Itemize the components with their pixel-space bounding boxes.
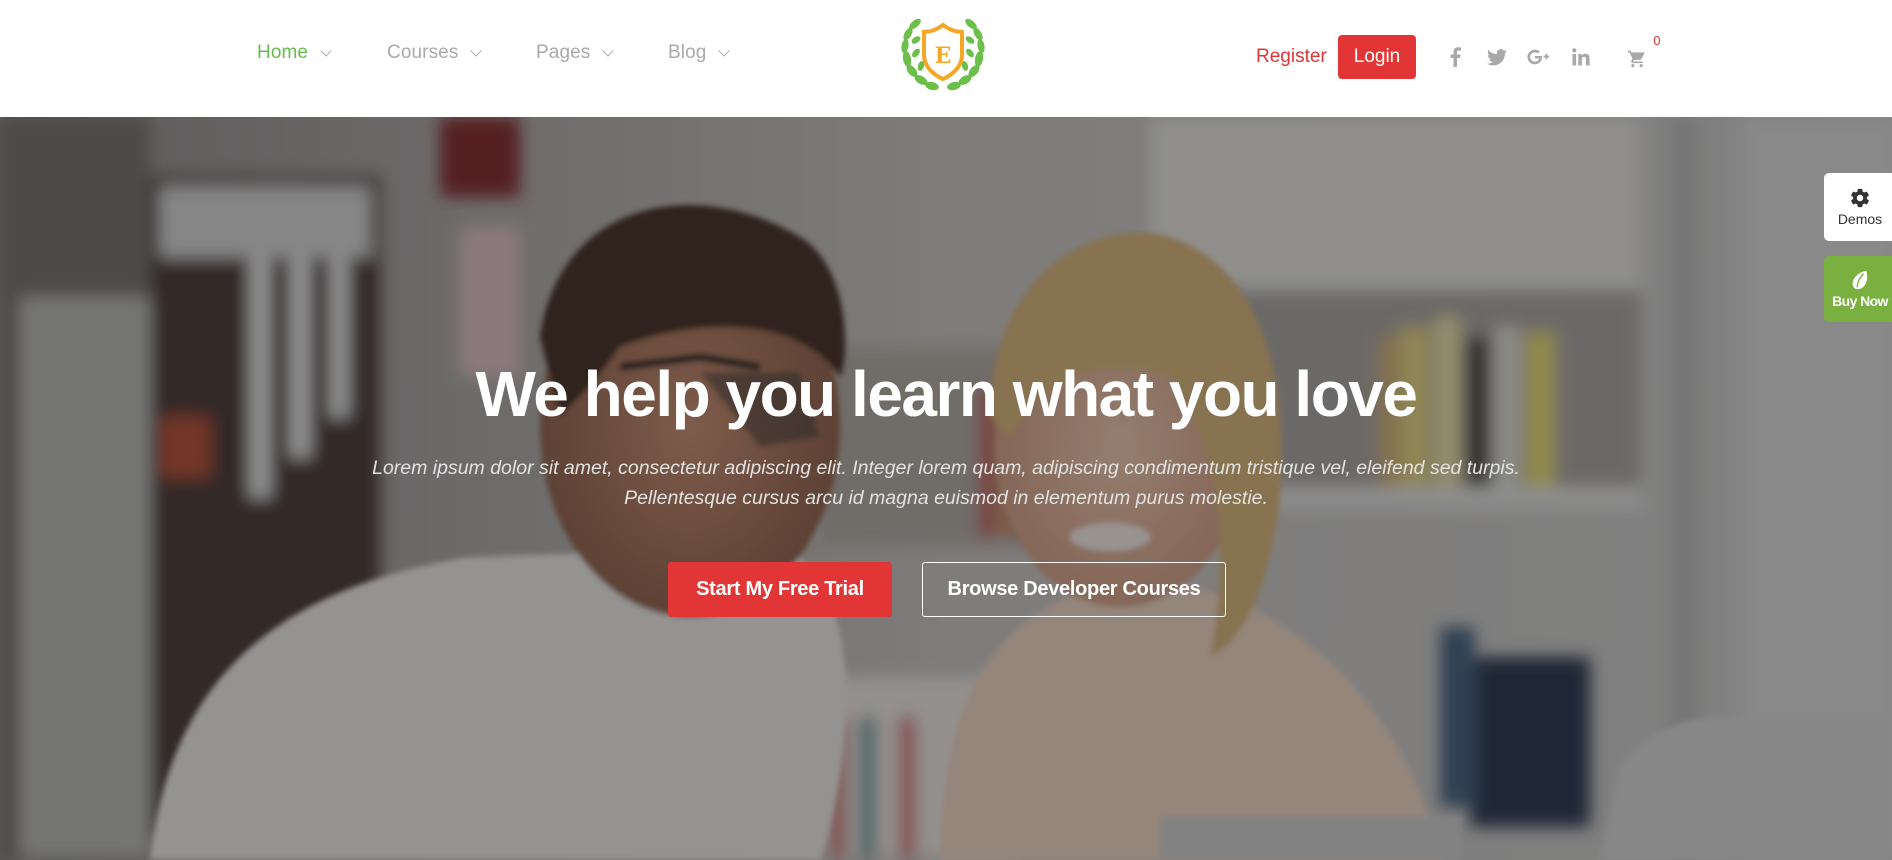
- gear-icon: [1851, 188, 1869, 208]
- cart-count-badge: 0: [1653, 33, 1661, 48]
- demos-label: Demos: [1837, 211, 1883, 227]
- linkedin-icon[interactable]: [1569, 45, 1593, 69]
- nav-item-blog[interactable]: Blog: [668, 42, 748, 64]
- chevron-down-icon: [718, 44, 731, 57]
- header-tools: Register Login 0: [1256, 33, 1660, 79]
- facebook-icon[interactable]: [1443, 45, 1467, 69]
- main-nav: Home Courses Pages Blog: [257, 42, 748, 64]
- buy-now-label: Buy Now: [1832, 293, 1888, 309]
- nav-item-courses[interactable]: Courses: [387, 42, 536, 64]
- cart-icon: [1628, 50, 1645, 68]
- start-free-trial-button[interactable]: Start My Free Trial: [668, 562, 892, 617]
- hero-title: We help you learn what you love: [475, 358, 1418, 430]
- cart-button[interactable]: 0: [1627, 33, 1660, 69]
- hero-section: We help you learn what you love Lorem ip…: [0, 117, 1892, 860]
- browse-courses-button[interactable]: Browse Developer Courses: [922, 562, 1226, 617]
- social-links: [1443, 45, 1593, 69]
- google-plus-icon[interactable]: [1527, 45, 1551, 69]
- laurel-shield-logo-icon: E: [901, 18, 985, 91]
- nav-label: Blog: [668, 42, 707, 63]
- register-link[interactable]: Register: [1256, 46, 1327, 68]
- twitter-icon[interactable]: [1485, 45, 1509, 69]
- nav-label: Courses: [387, 42, 459, 63]
- buy-now-button[interactable]: Buy Now: [1824, 256, 1892, 322]
- site-logo[interactable]: E: [897, 13, 989, 95]
- nav-label: Home: [257, 42, 309, 63]
- demos-button[interactable]: Demos: [1824, 173, 1892, 241]
- chevron-down-icon: [602, 44, 615, 57]
- hero-subtitle-line: Pellentesque cursus arcu id magna euismo…: [624, 487, 1268, 509]
- hero-subtitle: Lorem ipsum dolor sit amet, consectetur …: [300, 453, 1592, 513]
- login-button[interactable]: Login: [1337, 35, 1417, 79]
- chevron-down-icon: [470, 44, 483, 57]
- envato-leaf-icon: [1852, 270, 1868, 290]
- nav-item-home[interactable]: Home: [257, 42, 387, 64]
- hero-subtitle-line: Lorem ipsum dolor sit amet, consectetur …: [372, 457, 1520, 479]
- logo-letter: E: [935, 43, 952, 69]
- site-header: Home Courses Pages Blog E Register Login…: [0, 0, 1892, 117]
- nav-label: Pages: [536, 42, 591, 63]
- hero-cta-group: Start My Free Trial Browse Developer Cou…: [668, 562, 1226, 617]
- chevron-down-icon: [320, 44, 332, 57]
- nav-item-pages[interactable]: Pages: [536, 42, 668, 64]
